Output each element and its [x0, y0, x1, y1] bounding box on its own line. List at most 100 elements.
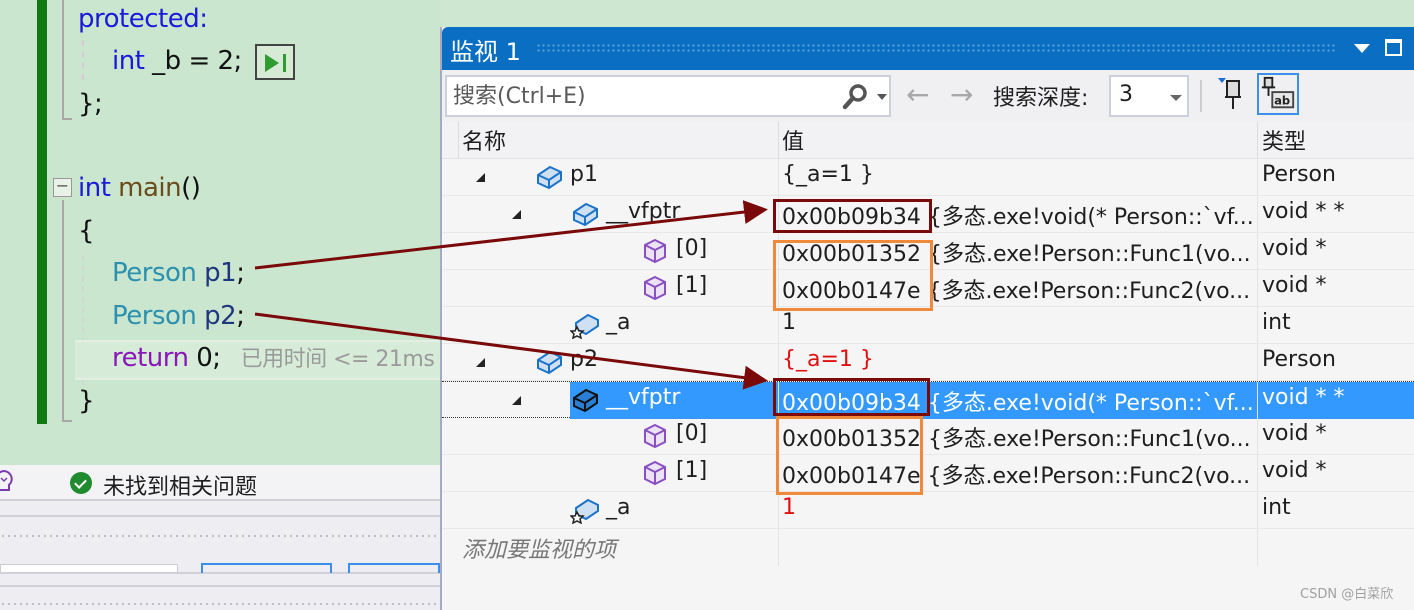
column-divider — [1257, 159, 1258, 196]
expand-collapse-toggle[interactable] — [512, 210, 521, 219]
watch-row[interactable]: _a 1 int — [442, 492, 1414, 529]
chevron-down-icon — [1170, 95, 1182, 101]
add-watch-placeholder[interactable]: 添加要监视的项 — [462, 532, 616, 564]
back-arrow-icon[interactable]: ← — [906, 78, 929, 111]
element-icon — [640, 459, 670, 487]
row-name[interactable]: _a — [606, 310, 630, 335]
panel-grip[interactable] — [0, 533, 440, 539]
column-divider — [778, 455, 779, 492]
row-value[interactable]: 0x00b09b34 {多态.exe!void(* Person::`vf... — [782, 385, 1258, 417]
column-divider — [778, 418, 779, 455]
search-input[interactable] — [453, 81, 833, 111]
column-divider — [778, 233, 779, 270]
pin-source-button[interactable]: ab — [1257, 73, 1299, 115]
row-value[interactable]: {_a=1 } — [782, 347, 1258, 372]
column-header-type[interactable]: 类型 — [1262, 124, 1306, 156]
row-name[interactable]: [0] — [676, 236, 707, 261]
search-options-dropdown-icon[interactable] — [877, 94, 887, 100]
code-text: ; — [236, 301, 245, 331]
column-divider — [1257, 382, 1258, 419]
function-name: main — [110, 173, 182, 203]
watch-row[interactable]: __vfptr 0x00b09b34 {多态.exe!void(* Person:… — [442, 381, 1414, 419]
pinned-filter-icon[interactable] — [1215, 75, 1247, 113]
watch-row[interactable]: [0] 0x00b01352 {多态.exe!Person::Func1(vo..… — [442, 418, 1414, 455]
column-divider[interactable] — [458, 122, 459, 159]
row-name[interactable]: _a — [606, 495, 630, 520]
row-name[interactable]: p2 — [570, 347, 598, 372]
row-name[interactable]: [1] — [676, 458, 707, 483]
issues-status[interactable]: 未找到相关问题 — [103, 469, 257, 501]
column-header-value[interactable]: 值 — [782, 124, 804, 156]
fold-guide — [62, 200, 64, 422]
object-icon — [570, 200, 600, 228]
add-watch-row[interactable]: 添加要监视的项 — [442, 529, 1414, 566]
search-icon[interactable] — [841, 83, 869, 111]
fold-end — [62, 420, 72, 422]
column-divider — [778, 196, 779, 233]
row-type: void * — [1262, 421, 1327, 446]
column-divider — [1257, 344, 1258, 381]
panel-grip[interactable] — [0, 601, 440, 607]
row-type: Person — [1262, 347, 1336, 372]
protected-field-icon — [569, 496, 600, 525]
row-type: void * — [1262, 273, 1327, 298]
code-text: } — [78, 386, 95, 416]
row-value[interactable]: 0x00b0147e {多态.exe!Person::Func2(vo... — [782, 273, 1258, 305]
watch-row[interactable]: p2 {_a=1 } Person — [442, 344, 1414, 381]
collapse-toggle[interactable]: − — [53, 178, 72, 197]
perf-tip[interactable]: 已用时间 <= 21ms — [241, 347, 435, 372]
row-value[interactable]: 0x00b01352 {多态.exe!Person::Func1(vo... — [782, 236, 1258, 268]
row-name[interactable]: __vfptr — [606, 385, 680, 410]
expand-collapse-toggle[interactable] — [476, 173, 485, 182]
expand-collapse-toggle[interactable] — [512, 396, 521, 405]
protected-field-icon — [569, 311, 600, 340]
watch-title-bar[interactable]: 监视 1 — [442, 27, 1414, 70]
lightbulb-icon[interactable] — [0, 469, 14, 495]
keyword: int — [112, 46, 145, 76]
code-line: Person p1; — [112, 256, 245, 290]
watch-row[interactable]: _a 1 int — [442, 307, 1414, 344]
maximize-icon[interactable] — [1385, 39, 1402, 56]
panel-input[interactable] — [0, 564, 178, 572]
lower-panel — [0, 501, 440, 610]
code-line: } — [78, 384, 95, 418]
row-name[interactable]: [1] — [676, 273, 707, 298]
run-to-click-button[interactable] — [255, 44, 295, 80]
code-text: 0; — [188, 343, 221, 373]
row-value[interactable]: 0x00b01352 {多态.exe!Person::Func1(vo... — [782, 421, 1258, 453]
column-header-name[interactable]: 名称 — [462, 124, 506, 156]
watch-row[interactable]: [0] 0x00b01352 {多态.exe!Person::Func1(vo..… — [442, 233, 1414, 270]
code-text: ; — [236, 258, 245, 288]
window-menu-dropdown-icon[interactable] — [1354, 44, 1370, 53]
code-line: }; — [78, 87, 103, 121]
row-value[interactable]: 0x00b0147e {多态.exe!Person::Func2(vo... — [782, 458, 1258, 490]
code-line: int _b = 2; — [112, 44, 242, 78]
watch-row[interactable]: p1 {_a=1 } Person — [442, 159, 1414, 196]
column-divider — [1257, 233, 1258, 270]
code-line: protected: — [78, 2, 208, 36]
row-value[interactable]: 1 — [782, 310, 1258, 335]
panel-button[interactable] — [348, 563, 440, 573]
watch-title: 监视 1 — [450, 38, 521, 66]
panel-button[interactable] — [201, 563, 332, 573]
row-value[interactable]: {_a=1 } — [782, 162, 1258, 187]
watch-row[interactable]: [1] 0x00b0147e {多态.exe!Person::Func2(vo..… — [442, 455, 1414, 492]
row-value[interactable]: 1 — [782, 495, 1258, 520]
forward-arrow-icon[interactable]: → — [950, 78, 973, 111]
code-editor[interactable]: protected: int _b = 2; }; − int main() {… — [0, 0, 445, 465]
watch-grid: 名称 值 类型 p1 {_a=1 } Person __vfptr 0x00b09b34… — [442, 122, 1414, 566]
row-name[interactable]: __vfptr — [606, 199, 680, 224]
column-divider[interactable] — [1257, 122, 1258, 159]
search-box[interactable] — [445, 75, 891, 117]
column-divider[interactable] — [778, 122, 779, 159]
watch-window: 监视 1 ← → 搜索深度: 3 — [440, 27, 1414, 610]
row-name[interactable]: [0] — [676, 421, 707, 446]
expand-collapse-toggle[interactable] — [476, 358, 485, 367]
watch-row[interactable]: [1] 0x00b0147e {多态.exe!Person::Func2(vo..… — [442, 270, 1414, 307]
watch-row[interactable]: __vfptr 0x00b09b34 {多态.exe!void(* Person:… — [442, 196, 1414, 233]
variable-name: p2 — [196, 301, 237, 331]
title-grip[interactable] — [536, 43, 1336, 53]
row-name[interactable]: p1 — [570, 162, 598, 187]
row-value[interactable]: 0x00b09b34 {多态.exe!void(* Person::`vf... — [782, 199, 1258, 231]
search-depth-select[interactable]: 3 — [1109, 75, 1189, 117]
